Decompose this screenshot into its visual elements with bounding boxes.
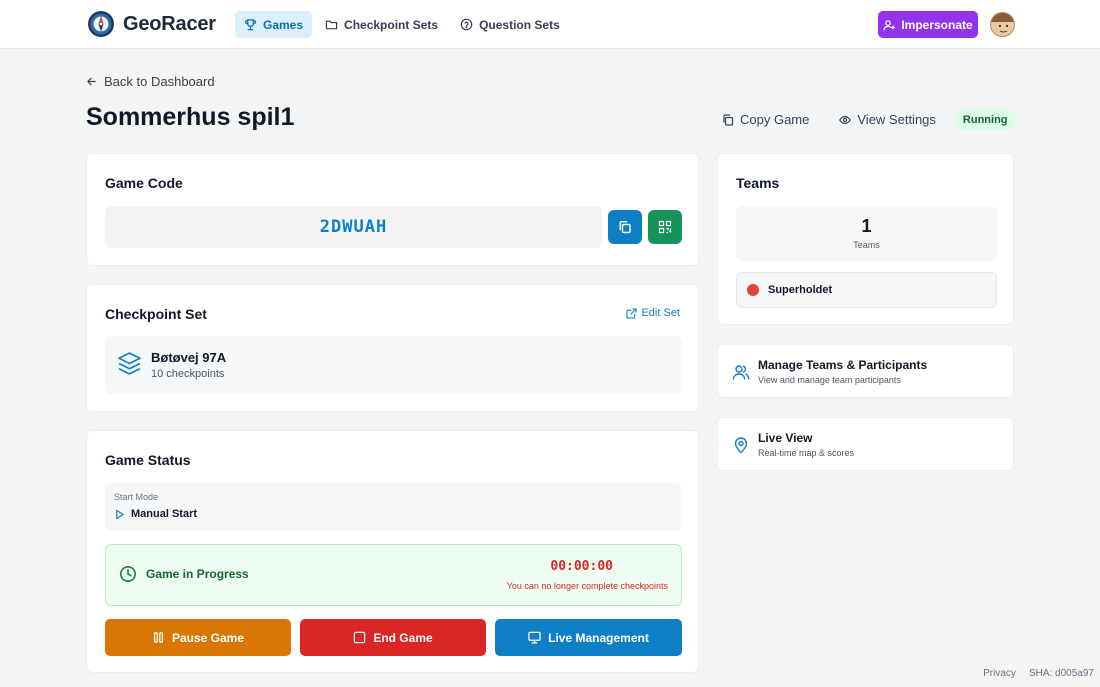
live-view-card[interactable]: Live View Real-time map & scores [717,417,1014,471]
clock-icon [120,566,136,582]
nav-item-games[interactable]: Games [235,11,313,38]
live-management-label: Live Management [548,630,649,645]
game-progress-banner: Game in Progress 00:00:00 You can no lon… [105,544,682,606]
nav-item-label: Question Sets [479,17,560,32]
end-game-button[interactable]: End Game [300,619,486,656]
copy-code-button[interactable] [608,210,642,244]
users-icon [732,365,750,380]
checkpoint-set-title: Checkpoint Set [105,306,207,322]
progress-label-group: Game in Progress [119,565,249,583]
checkpoint-count: 10 checkpoints [151,368,225,380]
footer: Privacy SHA: d005a97 [983,668,1094,679]
view-settings-button[interactable]: View Settings [839,112,936,127]
impersonate-label: Impersonate [901,17,973,32]
game-status-title: Game Status [105,452,191,468]
external-link-icon [626,307,638,319]
stop-icon [354,631,366,644]
pause-game-button[interactable]: Pause Game [105,619,291,656]
qr-code-button[interactable] [648,210,682,244]
end-game-label: End Game [373,630,433,645]
privacy-link[interactable]: Privacy [983,668,1016,679]
manage-teams-subtitle: View and manage team participants [758,375,901,385]
avatar[interactable] [990,12,1015,37]
checkpoint-set-name: Bøtøvej 97A [151,350,227,365]
top-navbar: GeoRacer Games Checkpoint Sets Question … [0,0,1100,49]
back-label: Back to Dashboard [104,74,215,89]
game-status-card: Game Status Start Mode Manual Start Game… [86,430,699,673]
manage-teams-title: Manage Teams & Participants [758,358,928,372]
user-switch-icon [883,19,896,31]
copy-icon [723,113,734,126]
folder-icon [325,20,338,30]
nav-item-question-sets[interactable]: Question Sets [451,11,569,38]
checkpoint-set-card: Checkpoint Set Edit Set Bøtøvej 97A 10 c… [86,284,699,412]
view-settings-label: View Settings [857,112,936,127]
teams-count: 1 [861,216,872,236]
page-actions: Copy Game View Settings Running [722,109,1016,130]
team-name: Superholdet [768,284,833,296]
pause-icon [153,632,163,643]
game-code-value[interactable]: 2DWUAH [105,206,602,248]
nav-item-checkpoint-sets[interactable]: Checkpoint Sets [316,11,447,38]
brand-name: GeoRacer [123,12,216,35]
live-view-title: Live View [758,431,813,445]
manage-teams-card[interactable]: Manage Teams & Participants View and man… [717,344,1014,398]
team-color-dot [747,284,759,296]
teams-card: Teams 1 Teams Superholdet [717,153,1014,325]
copy-game-button[interactable]: Copy Game [722,112,809,127]
teams-count-box: 1 Teams [736,206,997,261]
checkpoint-set-item[interactable]: Bøtøvej 97A 10 checkpoints [105,336,682,394]
question-circle-icon [460,18,473,31]
copy-game-label: Copy Game [740,112,810,127]
start-mode-label: Start Mode [114,492,159,502]
brand[interactable]: GeoRacer [87,10,216,38]
teams-count-label: Teams [853,240,880,250]
layers-icon [118,352,141,375]
start-mode-value: Manual Start [114,508,197,520]
team-row[interactable]: Superholdet [736,272,997,308]
live-management-button[interactable]: Live Management [495,619,682,656]
live-view-subtitle: Real-time map & scores [758,448,855,458]
map-pin-icon [734,437,748,454]
status-badge: Running [954,109,1016,130]
teams-title: Teams [736,175,780,191]
start-mode-text: Manual Start [131,508,198,520]
trophy-icon [244,19,257,31]
progress-label: Game in Progress [146,567,249,581]
main-nav: Games Checkpoint Sets Question Sets [235,11,569,38]
build-sha: SHA: d005a97 [1028,668,1094,679]
game-timer: 00:00:00 [550,559,613,574]
edit-set-link[interactable]: Edit Set [626,307,680,319]
copy-icon [619,221,631,234]
eye-icon [839,115,852,124]
page-title: Sommerhus spil1 [86,103,295,131]
edit-set-label: Edit Set [641,307,680,319]
monitor-icon [528,631,541,644]
qr-code-icon [658,220,672,234]
arrow-left-icon [87,77,96,86]
game-code-title: Game Code [105,175,183,191]
avatar-face-icon [991,13,1014,33]
impersonate-button[interactable]: Impersonate [878,11,978,38]
nav-item-label: Checkpoint Sets [344,17,439,32]
play-icon [116,509,124,519]
compass-logo-icon [88,11,114,37]
game-code-card: Game Code 2DWUAH [86,153,699,266]
back-to-dashboard-link[interactable]: Back to Dashboard [86,74,215,89]
start-mode-box: Start Mode Manual Start [105,483,682,531]
pause-game-label: Pause Game [171,630,245,645]
nav-item-label: Games [263,17,304,32]
timer-note: You can no longer complete checkpoints [506,581,668,591]
